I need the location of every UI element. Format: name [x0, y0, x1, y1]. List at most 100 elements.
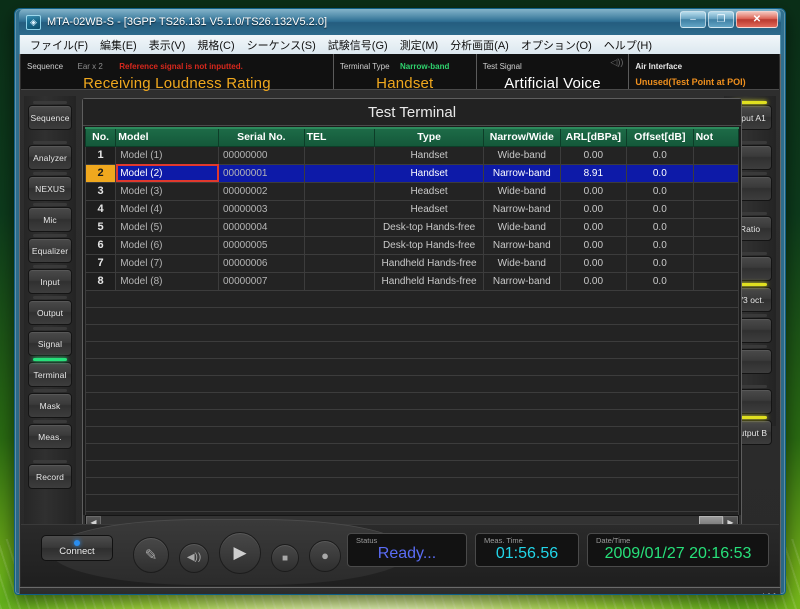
menu-item-measure[interactable]: 測定(M) [394, 35, 445, 55]
cell-no: 4 [84, 199, 117, 219]
cell-note [692, 271, 740, 291]
table-row[interactable]: 4 Model (4) 00000003 Headset Narrow-band… [84, 199, 740, 219]
table-row-empty[interactable] [85, 391, 739, 410]
sidebar-item-sequence[interactable]: Sequence [28, 101, 72, 130]
cell-band: Wide-band [483, 253, 561, 273]
test-terminal-panel: Test Terminal No. Model Serial No. TEL T… [82, 98, 742, 533]
table-row[interactable]: 2 Model (2) 00000001 Handset Narrow-band… [84, 163, 740, 183]
info-sequence-label: Sequence [27, 62, 64, 71]
cell-model: Model (4) [115, 199, 219, 219]
title-bar[interactable]: ◈ MTA-02WB-S - [3GPP TS26.131 V5.1.0/TS2… [19, 9, 781, 35]
sidebar-item-signal[interactable]: Signal [28, 327, 72, 356]
cell-type: Headset [374, 199, 484, 219]
cell-serial: 00000004 [218, 217, 305, 237]
cell-type: Handset [374, 163, 484, 183]
rail-label-ratio: Ratio [739, 223, 761, 234]
cell-serial: 00000002 [218, 181, 305, 201]
sidebar-item-output[interactable]: Output [28, 296, 72, 325]
menu-item-analysis[interactable]: 分析画面(A) [444, 35, 515, 55]
cell-band: Narrow-band [483, 163, 561, 183]
table-row-empty[interactable] [85, 340, 739, 359]
sidebar-item-equalizer[interactable]: Equalizer [28, 234, 72, 263]
col-model[interactable]: Model [115, 127, 219, 147]
sidebar-item-analyzer[interactable]: Analyzer [28, 141, 72, 170]
menu-item-file[interactable]: ファイル(F) [24, 35, 94, 55]
sidebar-item-mic[interactable]: Mic [28, 203, 72, 232]
col-arl[interactable]: ARL[dBPa] [559, 127, 628, 147]
col-no[interactable]: No. [84, 127, 117, 147]
date-time-label: Date/Time [596, 536, 631, 545]
table-row[interactable]: 5 Model (5) 00000004 Desk-top Hands-free… [84, 217, 740, 237]
table-row-empty[interactable] [85, 476, 739, 495]
menu-item-standard[interactable]: 規格(C) [191, 35, 240, 55]
record-button[interactable]: ● [309, 539, 341, 572]
table-row[interactable]: 7 Model (7) 00000006 Handheld Hands-free… [84, 253, 740, 273]
cell-offset: 0.0 [626, 217, 694, 237]
table-row-empty[interactable] [85, 306, 739, 325]
sidebar-item-terminal[interactable]: Terminal [28, 358, 72, 387]
table-row-empty[interactable] [85, 323, 739, 342]
table-row[interactable]: 6 Model (6) 00000005 Desk-top Hands-free… [84, 235, 740, 255]
cell-model: Model (8) [115, 271, 219, 291]
close-button[interactable]: ✕ [736, 11, 778, 28]
table-row-empty[interactable] [85, 289, 739, 308]
col-tel[interactable]: TEL [303, 127, 376, 147]
sidebar-label-record: Record [35, 471, 64, 482]
table-row-empty[interactable] [85, 357, 739, 376]
cell-arl: 0.00 [559, 145, 628, 165]
sidebar-item-meas[interactable]: Meas. [28, 420, 72, 449]
calibrate-button[interactable]: ✎ [133, 536, 169, 573]
info-air-interface[interactable]: Air Interface Unused(Test Point at POI) [629, 54, 779, 89]
resize-gripper-icon[interactable] [763, 593, 777, 594]
sidebar-item-nexus[interactable]: NEXUS [28, 172, 72, 201]
table-row[interactable]: 3 Model (3) 00000002 Headset Wide-band 0… [84, 181, 740, 201]
cell-no: 7 [84, 253, 117, 273]
menu-item-edit[interactable]: 編集(E) [94, 35, 143, 55]
cell-no: 5 [84, 217, 117, 237]
stop-button[interactable]: ■ [271, 544, 299, 572]
cell-arl: 0.00 [559, 181, 628, 201]
col-offset[interactable]: Offset[dB] [626, 127, 694, 147]
connect-button[interactable]: Connect [41, 535, 113, 561]
table-row-empty[interactable] [85, 459, 739, 478]
led-record [33, 460, 67, 463]
cell-band: Wide-band [483, 217, 561, 237]
sidebar-item-input[interactable]: Input [28, 265, 72, 294]
table-row-empty[interactable] [85, 374, 739, 393]
col-band[interactable]: Narrow/Wide [483, 127, 561, 147]
menu-item-sequence[interactable]: シーケンス(S) [241, 35, 322, 55]
info-terminal-type[interactable]: Terminal Type Narrow-band Handset [334, 54, 477, 92]
cell-model[interactable]: Model (2) [115, 163, 219, 183]
menu-item-help[interactable]: ヘルプ(H) [598, 35, 658, 55]
minimize-button[interactable]: – [680, 11, 706, 28]
speaker-icon: ◁)) [610, 57, 624, 67]
table-row-empty[interactable] [85, 425, 739, 444]
table-row[interactable]: 1 Model (1) 00000000 Handset Wide-band 0… [84, 145, 740, 165]
col-serial[interactable]: Serial No. [218, 127, 305, 147]
cell-serial: 00000007 [218, 271, 305, 291]
sidebar-item-mask[interactable]: Mask [28, 389, 72, 418]
left-sidebar: Sequence Analyzer NEXUS Mic Equalizer In… [24, 96, 76, 546]
info-test-signal-value: Artificial Voice [504, 75, 601, 92]
sidebar-item-record[interactable]: Record [28, 460, 72, 489]
info-test-signal[interactable]: Test Signal ◁)) Artificial Voice [477, 54, 630, 92]
menu-item-option[interactable]: オプション(O) [515, 35, 598, 55]
cell-serial: 00000001 [218, 163, 305, 183]
menu-item-view[interactable]: 表示(V) [143, 35, 192, 55]
info-air-interface-value: Unused(Test Point at POI) [635, 77, 746, 87]
table-row[interactable]: 8 Model (8) 00000007 Handheld Hands-free… [84, 271, 740, 291]
menu-item-testsignal[interactable]: 試験信号(G) [322, 35, 394, 55]
info-terminal-band: Narrow-band [400, 62, 450, 71]
cell-serial: 00000000 [218, 145, 305, 165]
maximize-button[interactable]: ❐ [708, 11, 734, 28]
col-note[interactable]: Not [692, 127, 740, 147]
table-row-empty[interactable] [85, 408, 739, 427]
col-type[interactable]: Type [374, 127, 484, 147]
table-row-empty[interactable] [85, 493, 739, 512]
play-button[interactable]: ▶ [219, 532, 261, 574]
table-row-empty[interactable] [85, 442, 739, 461]
window-title: MTA-02WB-S - [3GPP TS26.131 V5.1.0/TS26.… [47, 16, 328, 28]
info-sequence[interactable]: Sequence Ear x 2 Reference signal is not… [21, 54, 334, 92]
info-air-interface-label: Air Interface [635, 62, 683, 71]
volume-button[interactable]: ◀)) [179, 542, 209, 573]
